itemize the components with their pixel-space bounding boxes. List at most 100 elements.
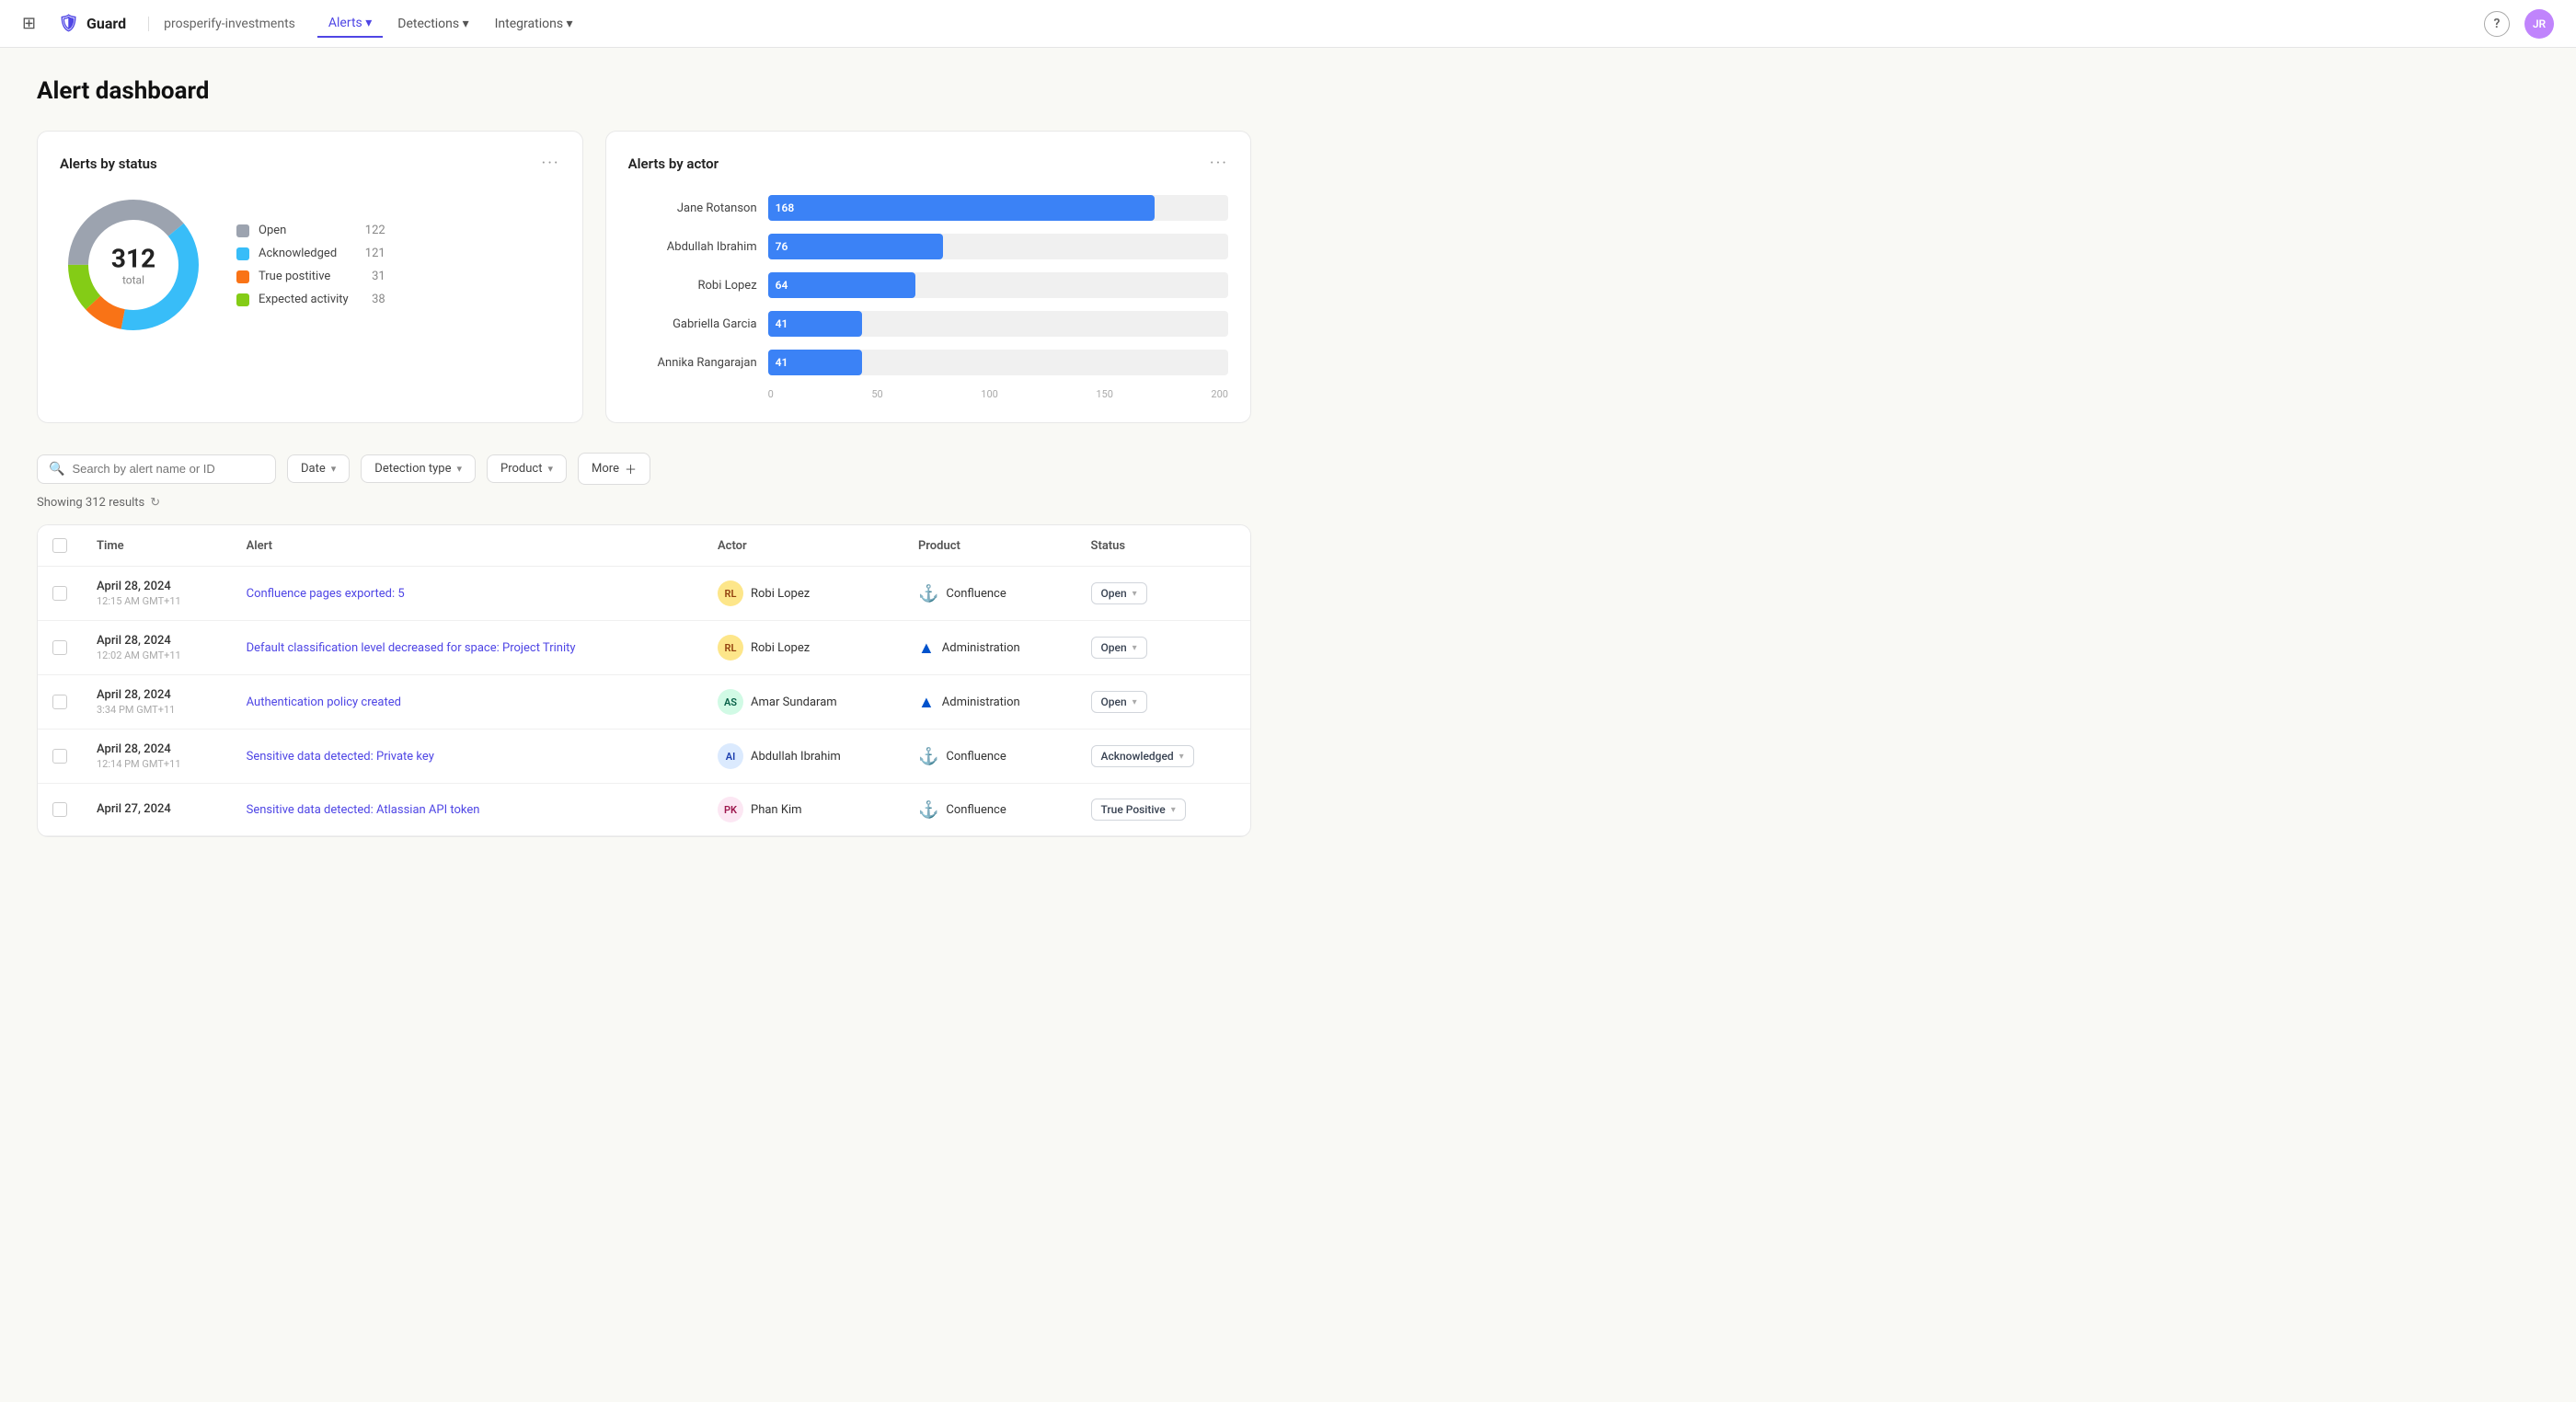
detection-type-filter-button[interactable]: Detection type ▾ (361, 454, 476, 483)
row-product: ⚓ Confluence (903, 730, 1076, 784)
legend-count-expected: 38 (358, 293, 385, 306)
alert-link[interactable]: Sensitive data detected: Private key (247, 750, 434, 764)
table-row: April 27, 2024 Sensitive data detected: … (38, 784, 1250, 836)
actor-avatar: RL (718, 635, 743, 661)
status-chart-title: Alerts by status (60, 155, 157, 172)
bar-value-robi: 64 (776, 279, 788, 292)
refresh-icon[interactable]: ↻ (150, 496, 160, 510)
date-chevron-icon: ▾ (331, 463, 337, 475)
bar-row-jane: Jane Rotanson 168 (628, 195, 1228, 221)
actor-name: Amar Sundaram (751, 695, 837, 709)
more-filter-button[interactable]: More ＋ (578, 453, 650, 485)
alert-link[interactable]: Authentication policy created (247, 695, 401, 709)
status-badge[interactable]: Acknowledged ▾ (1091, 745, 1194, 767)
row-checkbox[interactable] (52, 695, 67, 709)
row-alert: Default classification level decreased f… (232, 621, 703, 675)
row-product: ⚓ Confluence (903, 784, 1076, 836)
status-badge[interactable]: Open ▾ (1091, 582, 1147, 604)
nav-link-integrations[interactable]: Integrations ▾ (484, 11, 584, 37)
time-sub: 12:15 AM GMT+11 (97, 595, 217, 607)
legend-item-acknowledged: Acknowledged 121 (236, 247, 385, 260)
status-badge[interactable]: Open ▾ (1091, 637, 1147, 659)
legend-dot-expected (236, 293, 249, 306)
search-box[interactable]: 🔍 (37, 454, 276, 484)
nav-link-detections[interactable]: Detections ▾ (386, 11, 479, 37)
row-alert: Authentication policy created (232, 675, 703, 730)
confluence-icon: ⚓ (918, 747, 938, 766)
date-filter-button[interactable]: Date ▾ (287, 454, 350, 483)
alert-link[interactable]: Sensitive data detected: Atlassian API t… (247, 803, 480, 817)
bar-fill-jane: 168 (768, 195, 1155, 221)
donut-label: total (111, 274, 155, 287)
table-header: Time Alert Actor Product Status (38, 525, 1250, 567)
alert-link[interactable]: Default classification level decreased f… (247, 641, 576, 655)
actor-name-annika: Annika Rangarajan (628, 356, 757, 370)
bar-value-abdullah: 76 (776, 240, 788, 253)
axis-150: 150 (1096, 388, 1113, 400)
charts-row: Alerts by status ··· (37, 131, 1251, 423)
row-status: Open ▾ (1076, 621, 1250, 675)
more-plus-icon: ＋ (625, 460, 637, 477)
table-row: April 28, 2024 12:14 PM GMT+11 Sensitive… (38, 730, 1250, 784)
row-actor: AI Abdullah Ibrahim (703, 730, 903, 784)
time-main: April 27, 2024 (97, 802, 217, 816)
row-status: True Positive ▾ (1076, 784, 1250, 836)
status-chevron-icon: ▾ (1133, 697, 1137, 707)
administration-icon: ▲ (918, 693, 935, 712)
bar-track-jane: 168 (768, 195, 1228, 221)
search-input[interactable] (72, 462, 264, 476)
status-text: True Positive (1101, 803, 1166, 816)
actor-chart-header: Alerts by actor ··· (628, 154, 1228, 173)
actor-cell: PK Phan Kim (718, 797, 889, 822)
bar-value-annika: 41 (776, 356, 788, 369)
status-chevron-icon: ▾ (1179, 752, 1184, 762)
row-checkbox[interactable] (52, 640, 67, 655)
bar-track-abdullah: 76 (768, 234, 1228, 259)
product-filter-button[interactable]: Product ▾ (487, 454, 567, 483)
alerts-by-status-card: Alerts by status ··· (37, 131, 583, 423)
status-text: Open (1101, 587, 1127, 600)
legend-dot-acknowledged (236, 247, 249, 260)
axis-50: 50 (871, 388, 882, 400)
table-row: April 28, 2024 12:02 AM GMT+11 Default c… (38, 621, 1250, 675)
donut-total: 312 (111, 244, 155, 274)
status-badge[interactable]: Open ▾ (1091, 691, 1147, 713)
actor-avatar: AI (718, 743, 743, 769)
nav-logo: 🛡 Guard (58, 14, 126, 33)
nav-link-alerts[interactable]: Alerts ▾ (317, 10, 383, 38)
alert-link[interactable]: Confluence pages exported: 5 (247, 587, 405, 601)
bar-track-robi: 64 (768, 272, 1228, 298)
select-all-checkbox[interactable] (52, 538, 67, 553)
product-name: Administration (942, 695, 1020, 709)
detection-type-chevron-icon: ▾ (457, 463, 463, 475)
row-actor: RL Robi Lopez (703, 567, 903, 621)
header-alert: Alert (232, 525, 703, 567)
row-checkbox[interactable] (52, 802, 67, 817)
bar-track-annika: 41 (768, 350, 1228, 375)
legend-label-true-positive: True postitive (259, 270, 349, 283)
actor-chart-title: Alerts by actor (628, 155, 719, 172)
legend-count-true-positive: 31 (358, 270, 385, 283)
table-body: April 28, 2024 12:15 AM GMT+11 Confluenc… (38, 567, 1250, 836)
actor-avatar: PK (718, 797, 743, 822)
user-avatar[interactable]: JR (2524, 9, 2554, 39)
time-main: April 28, 2024 (97, 580, 217, 593)
actor-name-jane: Jane Rotanson (628, 201, 757, 215)
row-checkbox-cell (38, 784, 82, 836)
actor-cell: RL Robi Lopez (718, 635, 889, 661)
row-checkbox[interactable] (52, 749, 67, 764)
time-sub: 3:34 PM GMT+11 (97, 704, 217, 716)
donut-center: 312 total (111, 244, 155, 287)
detection-type-label: Detection type (374, 462, 451, 476)
row-checkbox[interactable] (52, 586, 67, 601)
status-chart-menu[interactable]: ··· (542, 154, 560, 173)
help-button[interactable]: ? (2484, 11, 2510, 37)
actor-chart-menu[interactable]: ··· (1210, 154, 1228, 173)
date-filter-label: Date (301, 462, 326, 476)
status-badge[interactable]: True Positive ▾ (1091, 799, 1186, 821)
apps-icon[interactable]: ⊞ (22, 14, 36, 33)
page-title: Alert dashboard (37, 77, 1251, 105)
legend-item-expected: Expected activity 38 (236, 293, 385, 306)
legend-label-expected: Expected activity (259, 293, 349, 306)
nav-links: Alerts ▾ Detections ▾ Integrations ▾ (317, 10, 2462, 38)
